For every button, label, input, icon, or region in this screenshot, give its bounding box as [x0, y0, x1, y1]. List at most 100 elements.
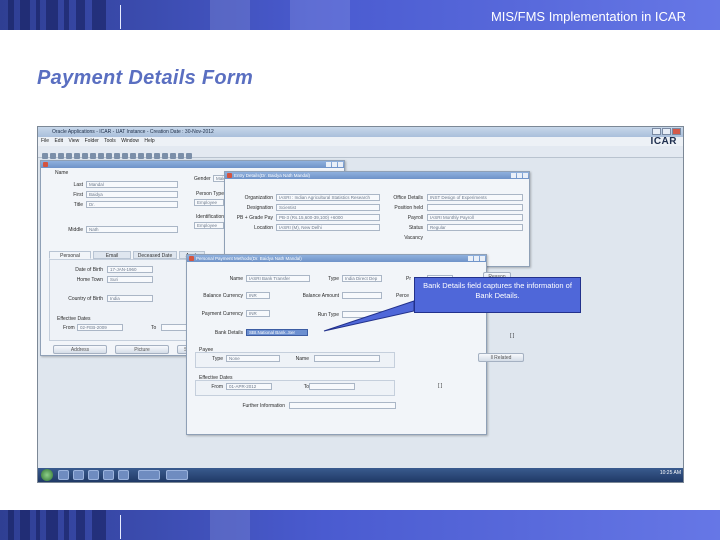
attach-icon[interactable] — [154, 153, 160, 159]
app-taskbar-icon[interactable] — [166, 470, 188, 480]
browser-taskbar-icon[interactable] — [73, 470, 84, 480]
office-taskbar-icon[interactable] — [118, 470, 129, 480]
title-label: Title — [73, 202, 83, 208]
identification-field[interactable]: Employee — [194, 222, 224, 229]
maximize-icon[interactable] — [662, 128, 671, 135]
minimize-icon[interactable] — [468, 256, 473, 261]
all-related-button[interactable]: ll Related — [478, 353, 524, 362]
clear-icon[interactable] — [138, 153, 144, 159]
tab-email[interactable]: Email — [93, 251, 131, 259]
office-details-field[interactable]: INST Design of Experiments — [427, 194, 523, 201]
footer-glow — [210, 510, 250, 540]
close-icon[interactable] — [672, 128, 681, 135]
save-icon[interactable] — [50, 153, 56, 159]
open-icon[interactable] — [42, 153, 48, 159]
status-field[interactable]: Regular — [427, 224, 523, 231]
location-label: Location — [254, 225, 273, 231]
balance-amount-field[interactable] — [342, 292, 382, 299]
close-icon[interactable] — [480, 256, 485, 261]
assignment-bracket[interactable]: [ ] — [510, 333, 514, 339]
edit-icon[interactable] — [146, 153, 152, 159]
further-information-field[interactable] — [289, 402, 396, 409]
home-town-label: Home Town — [76, 277, 103, 283]
media-taskbar-icon[interactable] — [88, 470, 99, 480]
percentage-label: Perce — [396, 293, 410, 299]
find-icon[interactable] — [82, 153, 88, 159]
payment-name-field[interactable]: IASRI Bank Transfer — [246, 275, 310, 282]
run-type-field[interactable] — [342, 311, 382, 318]
payee-type-field[interactable]: None — [226, 355, 280, 362]
last-name-field[interactable]: Mandal — [86, 181, 178, 188]
menu-file[interactable]: File — [41, 138, 49, 144]
position-held-field[interactable] — [427, 204, 523, 211]
payment-window-title: Personal Payment Methods(Dr. Baidya Nath… — [196, 256, 302, 261]
designation-field[interactable]: Scientist — [276, 204, 380, 211]
start-button-icon[interactable] — [41, 469, 53, 481]
pb-grade-pay-field[interactable]: PB-3 (Rs.15,600-39,100) +6000 — [276, 214, 380, 221]
page-title: Payment Details Form — [37, 67, 254, 89]
print-icon[interactable] — [58, 153, 64, 159]
bank-details-field[interactable]: SBI.National Bank..Ser — [246, 329, 308, 336]
app-taskbar-icon[interactable] — [138, 470, 160, 480]
payroll-field[interactable]: IASRI Monthly Payroll — [427, 214, 523, 221]
dob-field[interactable]: 17-JAN-1960 — [107, 266, 153, 273]
header-band: MIS/FMS Implementation in ICAR — [0, 0, 720, 30]
tab-deceased-date[interactable]: Deceased Date — [133, 251, 177, 259]
pb-grade-pay-label: PB + Grade Pay — [236, 215, 273, 221]
menu-view[interactable]: View — [68, 138, 79, 144]
location-field[interactable]: IASRI (M), New Delhi — [276, 224, 380, 231]
balance-currency-field[interactable]: INR — [246, 292, 270, 299]
new-icon[interactable] — [98, 153, 104, 159]
home-town-field[interactable]: Suri — [107, 276, 153, 283]
payee-name-field[interactable] — [314, 355, 380, 362]
picture-button[interactable]: Picture — [115, 345, 169, 354]
country-of-birth-field[interactable]: India — [107, 295, 153, 302]
run-type-label: Run Type — [317, 312, 339, 318]
payee-name-label: Name — [295, 356, 309, 362]
navigator-icon[interactable] — [66, 153, 72, 159]
maximize-icon[interactable] — [474, 256, 479, 261]
dob-label: Date of Birth — [75, 267, 103, 273]
zoom-icon[interactable] — [74, 153, 80, 159]
title-field[interactable]: Dr. — [86, 201, 178, 208]
position-held-label: Position held — [394, 205, 423, 211]
folder-icon[interactable] — [162, 153, 168, 159]
payment-name-label: Name — [229, 276, 243, 282]
menu-window[interactable]: Window — [121, 138, 139, 144]
payment-currency-field[interactable]: INR — [246, 310, 270, 317]
middle-name-field[interactable]: Nath — [86, 226, 178, 233]
first-name-field[interactable]: Baidya — [86, 191, 178, 198]
paste-icon[interactable] — [130, 153, 136, 159]
address-button[interactable]: Address — [53, 345, 107, 354]
payment-to-field[interactable] — [309, 383, 355, 390]
oracle-titlebar: Oracle Applications - ICAR - UAT Instanc… — [38, 127, 683, 137]
payment-type-field[interactable]: India Direct Dep — [342, 275, 382, 282]
explorer-taskbar-icon[interactable] — [58, 470, 69, 480]
payment-window-titlebar: Personal Payment Methods(Dr. Baidya Nath… — [187, 255, 486, 262]
tab-personal[interactable]: Personal — [49, 251, 91, 259]
delete-icon[interactable] — [106, 153, 112, 159]
translate-icon[interactable] — [170, 153, 176, 159]
menu-help[interactable]: Help — [144, 138, 154, 144]
minimize-icon[interactable] — [652, 128, 661, 135]
help-icon[interactable] — [186, 153, 192, 159]
person-type-field[interactable]: Employee — [194, 199, 224, 206]
window-icon[interactable] — [178, 153, 184, 159]
effective-from-field[interactable]: 02-FEB-2009 — [77, 324, 123, 331]
middle-label: Middle — [68, 227, 83, 233]
vacancy-label: Vacancy — [404, 235, 423, 241]
copy-icon[interactable] — [122, 153, 128, 159]
header-divider — [120, 5, 121, 29]
payroll-label: Payroll — [407, 215, 423, 221]
menu-folder[interactable]: Folder — [85, 138, 99, 144]
record-icon[interactable] — [90, 153, 96, 159]
menu-edit[interactable]: Edit — [54, 138, 63, 144]
menu-tools[interactable]: Tools — [104, 138, 116, 144]
organization-field[interactable]: IASRI : Indian Agricultural Statistics R… — [276, 194, 380, 201]
last-label: Last — [73, 182, 83, 188]
bank-details-callout: Bank Details field captures the informat… — [414, 277, 581, 313]
cut-icon[interactable] — [114, 153, 120, 159]
payment-from-field[interactable]: 01-APR-2012 — [226, 383, 272, 390]
files-taskbar-icon[interactable] — [103, 470, 114, 480]
flexfield-bracket[interactable]: [ ] — [438, 383, 442, 389]
